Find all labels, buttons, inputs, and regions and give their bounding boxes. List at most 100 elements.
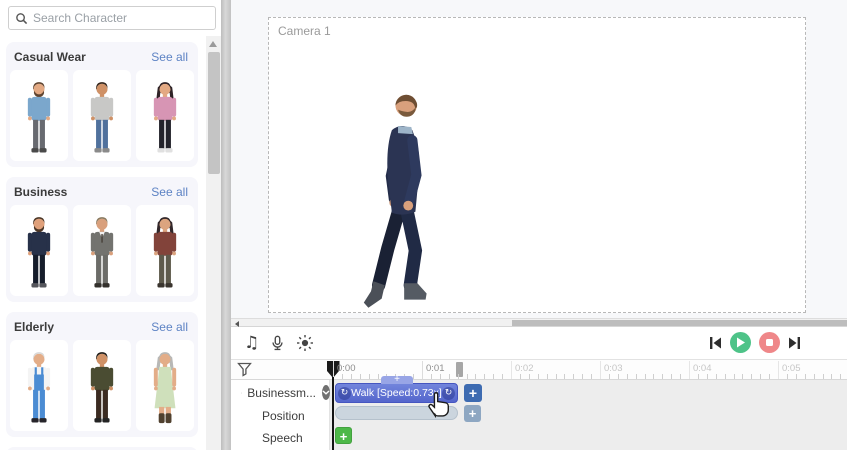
timeline-ruler[interactable]: 0:00 0:01 0:02 0:03 0:04 0:05 — [231, 360, 847, 380]
add-position-button[interactable]: + — [464, 405, 481, 422]
ruler-minor-tick — [448, 374, 450, 379]
ruler-minor-tick — [466, 374, 468, 379]
see-all-link[interactable]: See all — [151, 185, 188, 199]
ruler-minor-tick — [635, 374, 637, 379]
ruler-minor-tick — [662, 374, 664, 379]
section-business: Business See all — [6, 177, 198, 302]
clip-add-tab[interactable]: + — [381, 375, 413, 385]
ruler-time-label: 0:00 — [337, 363, 356, 374]
ruler-major-tick — [689, 361, 690, 379]
add-speech-button[interactable]: + — [335, 427, 352, 444]
scroll-left-arrow[interactable] — [235, 320, 239, 327]
character-figure-man-gray-suit — [90, 217, 114, 288]
chevron-down-icon[interactable] — [241, 390, 243, 396]
character-card-woman-pink-sweater[interactable] — [136, 70, 194, 161]
ruler-time-label: 0:01 — [426, 363, 445, 374]
search-box — [8, 6, 216, 30]
character-figure-man-navy-sweater — [27, 217, 51, 288]
character-card-man-blue-shirt[interactable] — [10, 70, 68, 161]
ruler-major-tick — [422, 361, 423, 379]
hscrollbar-thumb[interactable] — [512, 320, 847, 326]
position-track-bar[interactable] — [335, 406, 458, 420]
ruler-minor-tick — [457, 374, 459, 379]
character-card-man-blue-overalls[interactable] — [10, 340, 68, 431]
ruler-minor-tick — [786, 374, 788, 379]
ruler-minor-tick — [795, 374, 797, 379]
section-header: Elderly See all — [10, 320, 194, 340]
ruler-minor-tick — [502, 374, 504, 379]
section-header: Business See all — [10, 185, 194, 205]
ruler-minor-tick — [822, 374, 824, 379]
brightness-icon[interactable] — [296, 333, 314, 353]
timeline-horizontal-scrollbar[interactable] — [231, 318, 847, 327]
character-card-man-gray-polo[interactable] — [73, 70, 131, 161]
ruler-major-tick — [778, 361, 779, 379]
app-root: Casual WearSee allBusinessSee allElderly… — [0, 0, 847, 450]
see-all-link[interactable]: See all — [151, 50, 188, 64]
play-button[interactable] — [730, 332, 751, 353]
collapse-badge-icon[interactable] — [322, 385, 330, 400]
section-title: Business — [14, 185, 68, 199]
ruler-minor-tick — [626, 374, 628, 379]
clip-label: Walk [Speed:0.73x] — [351, 387, 442, 399]
media-tools: ♫ — [244, 333, 314, 353]
track-label-position: Position — [262, 408, 305, 423]
ruler-minor-tick — [519, 374, 521, 379]
character-row — [10, 205, 194, 296]
track-label-businessman: Businessm... — [247, 385, 316, 400]
ruler-minor-tick — [617, 374, 619, 379]
loop-icon[interactable]: ↻ — [442, 386, 455, 400]
ruler-minor-tick — [644, 374, 646, 379]
ruler-scale[interactable]: 0:00 0:01 0:02 0:03 0:04 0:05 — [231, 360, 847, 379]
ruler-minor-tick — [804, 374, 806, 379]
ruler-minor-tick — [564, 374, 566, 379]
section-title: Elderly — [14, 320, 55, 334]
character-card-woman-floral-dress[interactable] — [136, 340, 194, 431]
add-animation-button[interactable]: + — [464, 384, 482, 402]
ruler-minor-tick — [653, 374, 655, 379]
character-figure-man-plaid-shirt — [90, 352, 114, 423]
ruler-minor-tick — [555, 374, 557, 379]
ruler-minor-tick — [742, 374, 744, 379]
ruler-minor-tick — [582, 374, 584, 379]
ruler-minor-tick — [751, 374, 753, 379]
track-row-speech: Speech — [231, 426, 330, 449]
sidebar-scrollbar-thumb[interactable] — [207, 52, 220, 174]
ruler-minor-tick — [537, 374, 539, 379]
ruler-minor-tick — [573, 374, 575, 379]
camera-frame[interactable]: Camera 1 — [268, 17, 806, 313]
ruler-minor-tick — [680, 374, 682, 379]
canvas-character-businessman-walking[interactable] — [351, 79, 443, 319]
search-input[interactable] — [33, 11, 209, 25]
track-row-character: Businessm... — [231, 381, 330, 404]
character-card-man-gray-suit[interactable] — [73, 205, 131, 296]
panel-divider[interactable] — [221, 0, 231, 450]
ruler-time-label: 0:02 — [515, 363, 534, 374]
loop-icon[interactable]: ↻ — [338, 386, 351, 400]
microphone-icon[interactable] — [269, 333, 286, 353]
ruler-minor-tick — [724, 374, 726, 379]
ruler-time-label: 0:05 — [782, 363, 801, 374]
character-card-man-navy-sweater[interactable] — [10, 205, 68, 296]
animation-clip-walk[interactable]: ↻ Walk [Speed:0.73x] ↻ + — [335, 375, 458, 403]
stop-button[interactable] — [759, 332, 780, 353]
ruler-minor-tick — [341, 374, 343, 379]
ruler-minor-tick — [769, 374, 771, 379]
skip-to-start-button[interactable] — [709, 336, 722, 350]
playhead-line[interactable] — [332, 377, 334, 450]
character-figure-man-blue-shirt — [27, 82, 51, 153]
sidebar-scrollbar[interactable] — [206, 36, 221, 450]
track-labels-column: Businessm... Position Speech — [231, 380, 330, 450]
character-card-woman-maroon-blazer[interactable] — [136, 205, 194, 296]
see-all-link[interactable]: See all — [151, 320, 188, 334]
character-card-man-plaid-shirt[interactable] — [73, 340, 131, 431]
skip-to-end-button[interactable] — [788, 336, 801, 350]
section-title: Casual Wear — [14, 50, 86, 64]
scroll-up-arrow[interactable] — [209, 41, 217, 47]
character-figure-woman-pink-sweater — [153, 82, 177, 153]
music-icon[interactable]: ♫ — [244, 333, 259, 353]
character-row — [10, 70, 194, 161]
section-header: Casual Wear See all — [10, 50, 194, 70]
character-figure-man-blue-overalls — [27, 352, 51, 423]
stage-canvas: Camera 1 — [231, 0, 847, 318]
